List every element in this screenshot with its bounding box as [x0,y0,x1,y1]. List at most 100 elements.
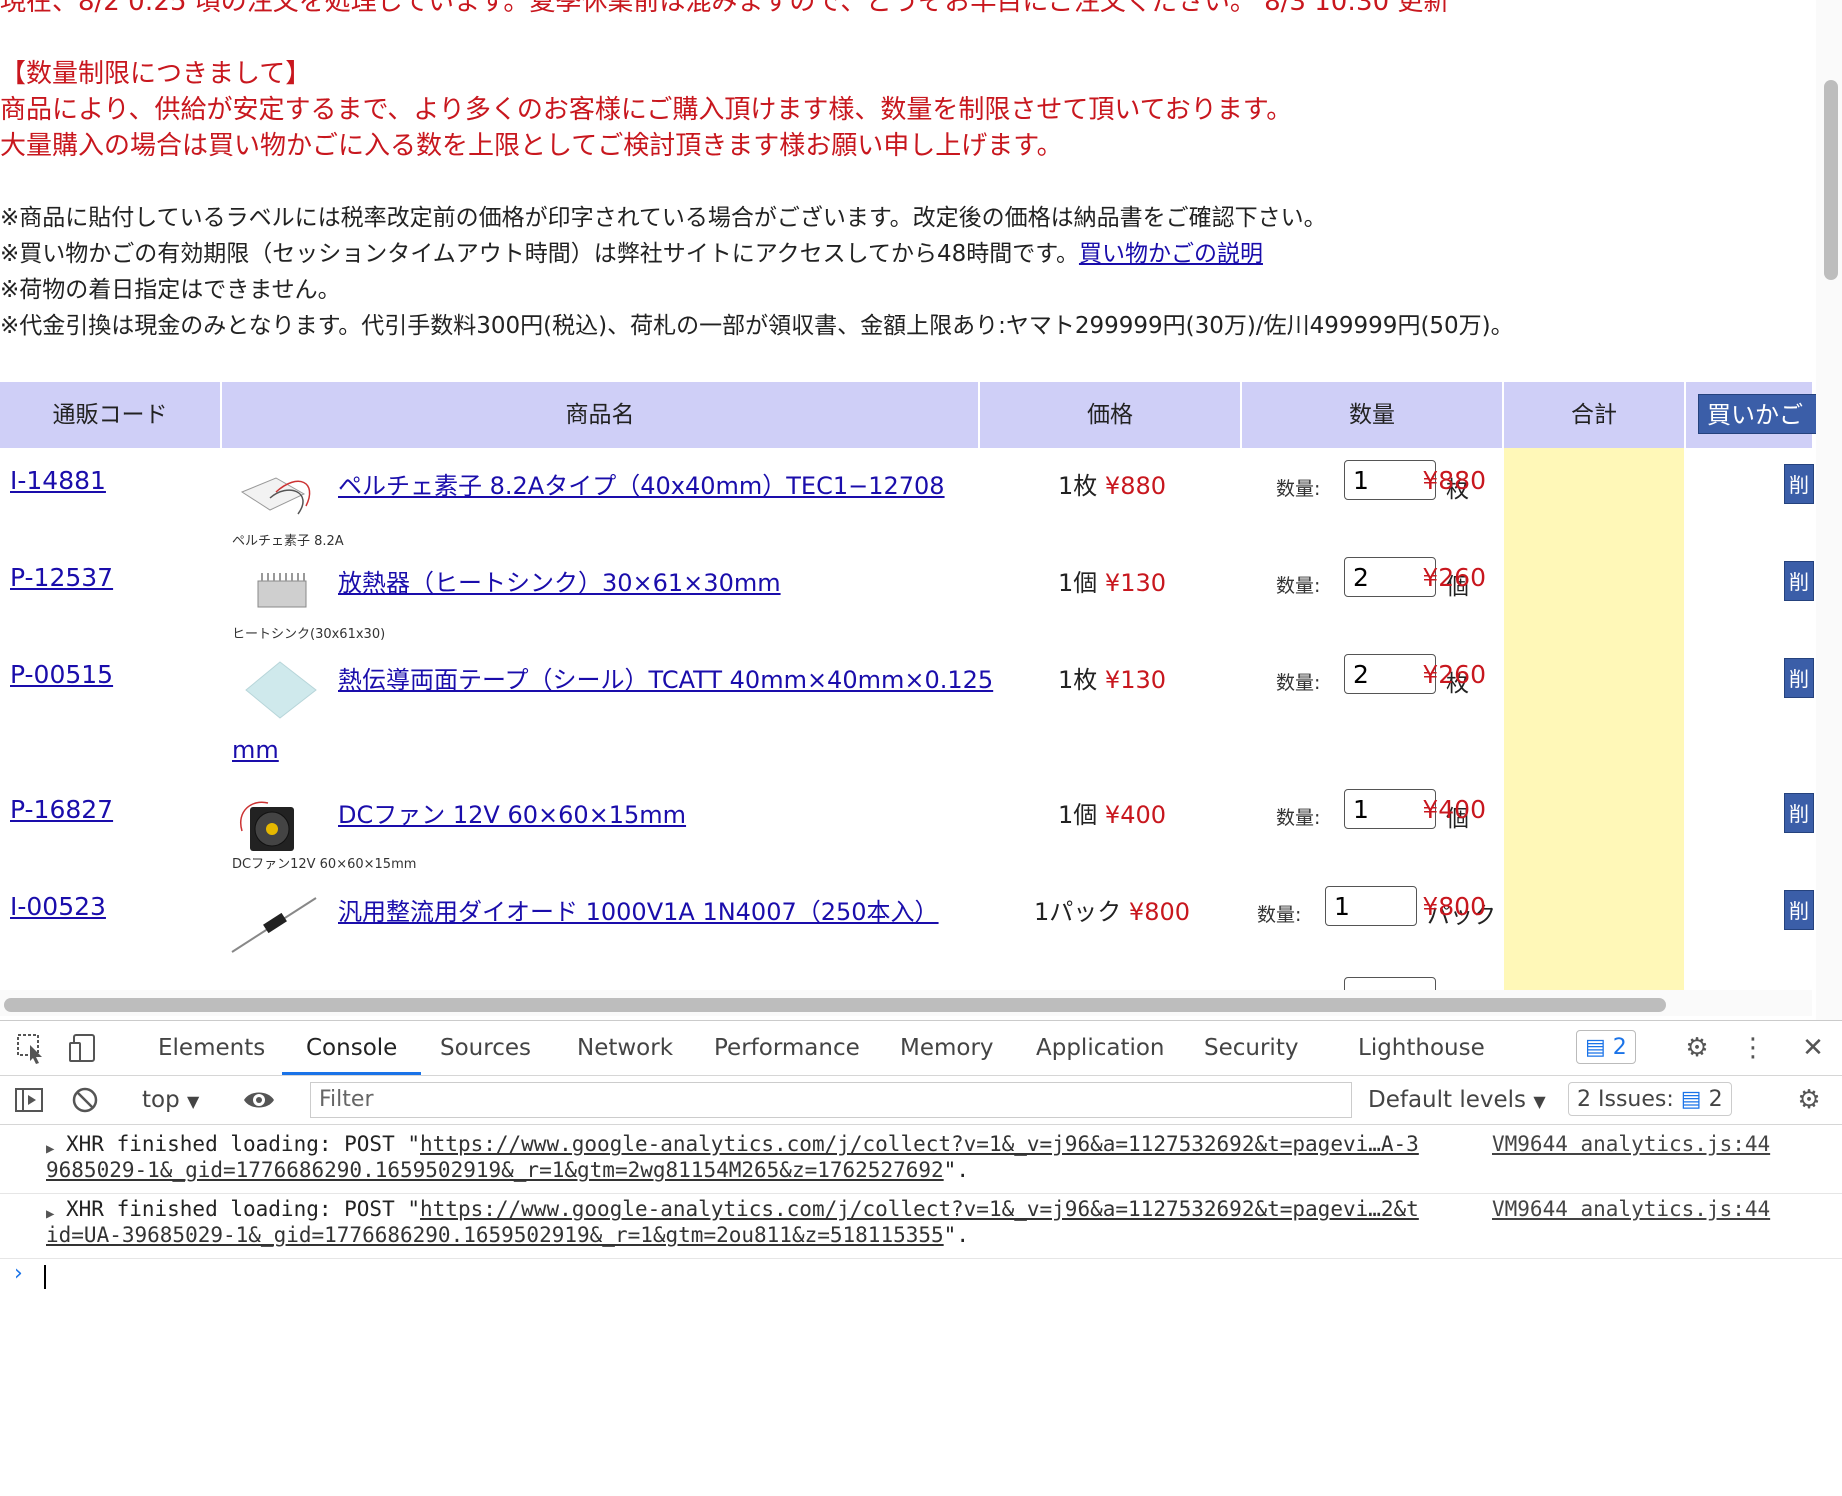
product-name-link[interactable]: ペルチェ素子 8.2Aタイプ（40x40mm）TEC1−12708 [338,466,945,501]
log-url[interactable]: https://www.google-analytics.com/j/colle… [420,1197,1419,1221]
issues-count: 2 [1708,1087,1723,1112]
diode-thumbnail[interactable] [228,888,320,956]
unit-price: 1枚 ¥880 [1002,466,1222,501]
tab-lighthouse[interactable]: Lighthouse [1358,1021,1485,1075]
peltier-thumbnail[interactable] [228,462,320,530]
log-url-continued[interactable]: 9685029-1&_gid=1776686290.1659502919&_r=… [46,1158,944,1182]
console-filter-input[interactable]: Filter [310,1082,1352,1118]
notice-tax-label: ※商品に貼付しているラベルには税率改定前の価格が印字されている場合がございます。… [0,205,1327,231]
heatsink-thumbnail[interactable] [228,559,320,627]
console-input-caret[interactable] [44,1265,46,1289]
console-settings-gear-icon[interactable]: ⚙ [1792,1083,1826,1117]
sidebar-toggle-icon[interactable] [12,1083,46,1117]
horizontal-scrollbar[interactable] [0,990,1812,1016]
unit-price: 1枚 ¥130 [1002,660,1222,695]
tab-application[interactable]: Application [1036,1021,1165,1075]
context-selector[interactable]: top ▼ [142,1076,199,1124]
cart-help-link[interactable]: 買い物かごの説明 [1079,241,1263,267]
log-suffix: ". [943,1223,969,1247]
total-cell [1504,448,1684,545]
tab-memory[interactable]: Memory [900,1021,994,1075]
delete-button[interactable]: 削 [1784,890,1814,930]
log-line-2: 9685029-1&_gid=1776686290.1659502919&_r=… [46,1157,969,1183]
issues-label: 2 Issues: [1577,1087,1674,1112]
log-line-2: id=UA-39685029-1&_gid=1776686290.1659502… [46,1222,969,1248]
issues-button[interactable]: 2 Issues: ▤ 2 [1568,1082,1732,1116]
vertical-scrollbar[interactable] [1816,0,1842,1020]
product-name-link-wrap[interactable]: mm [232,736,279,764]
log-source-link[interactable]: VM9644 analytics.js:44 [1492,1196,1770,1222]
total-cell [1504,874,1684,971]
product-code-link[interactable]: P-12537 [10,563,113,592]
product-code-link[interactable]: I-00523 [10,892,106,921]
tab-network[interactable]: Network [577,1021,673,1075]
tab-security[interactable]: Security [1204,1021,1298,1075]
price-value: ¥880 [1104,472,1166,500]
more-options-icon[interactable]: ⋮ [1736,1031,1770,1065]
chevron-down-icon: ▼ [187,1092,200,1111]
dc-fan-thumbnail[interactable] [228,791,320,859]
log-prefix: XHR finished loading: POST " [66,1132,421,1156]
tab-performance[interactable]: Performance [714,1021,860,1075]
header-total: 合計 [1504,382,1686,448]
delete-button[interactable]: 削 [1784,561,1814,601]
product-code-link[interactable]: P-16827 [10,795,113,824]
horizontal-scrollbar-thumb[interactable] [4,998,1666,1012]
unit-price: 1個 ¥130 [1002,563,1222,598]
product-code-link[interactable]: P-00515 [10,660,113,689]
close-icon[interactable]: ✕ [1796,1031,1830,1065]
issue-icon: ▤ [1680,1087,1702,1112]
price-unit: 1枚 [1058,472,1098,500]
chevron-down-icon: ▼ [1533,1092,1546,1111]
price-unit: 1枚 [1058,666,1098,694]
inspect-element-icon[interactable] [14,1031,48,1065]
clear-console-icon[interactable] [68,1083,102,1117]
messages-badge[interactable]: ▤ 2 [1576,1030,1636,1064]
cart-table-header: 通販コード 商品名 価格 数量 合計 買いかご [0,382,1818,448]
line-total: ¥400 [1422,795,1486,824]
log-source-link[interactable]: VM9644 analytics.js:44 [1492,1131,1770,1157]
total-cell [1504,777,1684,874]
notice-session-timeout: ※買い物かごの有効期限（セッションタイムアウト時間）は弊社サイトにアクセスしてか… [0,236,1263,272]
live-expression-eye-icon[interactable] [242,1083,276,1117]
delete-button[interactable]: 削 [1784,464,1814,504]
delete-button[interactable]: 削 [1784,658,1814,698]
tab-sources[interactable]: Sources [440,1021,531,1075]
notice-session-text: ※買い物かごの有効期限（セッションタイムアウト時間）は弊社サイトにアクセスしてか… [0,241,1079,267]
cart-row: P-16827 DCファン12V 60×60×15mm DCファン 12V 60… [0,777,1814,874]
log-url[interactable]: https://www.google-analytics.com/j/colle… [420,1132,1419,1156]
price-value: ¥130 [1104,666,1166,694]
thermal-tape-thumbnail[interactable] [228,656,320,724]
unit-price: 1個 ¥400 [1002,795,1222,830]
devtools-tab-bar: Elements Console Sources Network Perform… [0,1021,1842,1076]
line-total: ¥880 [1422,466,1486,495]
line-total: ¥260 [1422,563,1486,592]
tab-elements[interactable]: Elements [158,1021,265,1075]
header-price: 価格 [980,382,1242,448]
log-url-continued[interactable]: id=UA-39685029-1&_gid=1776686290.1659502… [46,1223,944,1247]
console-log-entry[interactable]: ▶ XHR finished loading: POST "https://ww… [0,1194,1842,1259]
quantity-input[interactable]: 1 [1325,886,1417,926]
price-value: ¥400 [1104,801,1166,829]
product-name-link[interactable]: 汎用整流用ダイオード 1000V1A 1N4007（250本入） [338,892,939,927]
cart-update-button[interactable]: 買いかご [1698,394,1818,434]
delete-button[interactable]: 削 [1784,793,1814,833]
log-suffix: ". [943,1158,969,1182]
cart-row: P-00515 熱伝導両面テープ（シール）TCATT 40mm×40mm×0.1… [0,642,1814,777]
product-code-link[interactable]: I-14881 [10,466,106,495]
qty-label: 数量: [1276,478,1321,500]
tab-console[interactable]: Console [282,1021,422,1075]
device-toolbar-icon[interactable] [66,1031,100,1065]
total-cell [1504,642,1684,777]
product-name-link[interactable]: 放熱器（ヒートシンク）30×61×30mm [338,563,781,598]
log-levels-dropdown[interactable]: Default levels ▼ [1368,1076,1546,1124]
settings-gear-icon[interactable]: ⚙ [1680,1031,1714,1065]
header-qty: 数量 [1242,382,1504,448]
price-unit: 1個 [1058,801,1098,829]
quantity-limit-title: 【数量制限につきまして】 [0,59,312,89]
vertical-scrollbar-thumb[interactable] [1824,80,1838,280]
console-log-entry[interactable]: ▶ XHR finished loading: POST "https://ww… [0,1129,1842,1194]
product-name-link[interactable]: DCファン 12V 60×60×15mm [338,795,686,830]
product-name-link[interactable]: 熱伝導両面テープ（シール）TCATT 40mm×40mm×0.125 [338,660,993,695]
cart-row: I-00523 汎用整流用ダイオード 1000V1A 1N4007（250本入）… [0,874,1814,971]
